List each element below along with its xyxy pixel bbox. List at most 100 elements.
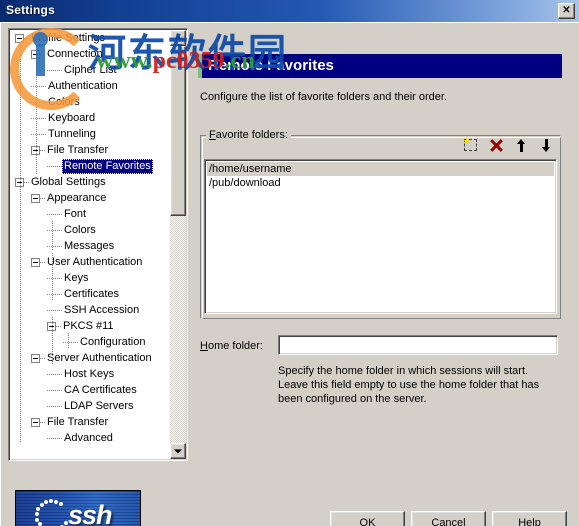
tree-collapse-icon[interactable] (31, 353, 40, 363)
logo-ring-icon (34, 498, 70, 526)
sidebar-item-messages[interactable]: Messages (11, 239, 171, 255)
tree-guide-line (52, 221, 53, 251)
sidebar-item-label: File Transfer (47, 416, 109, 428)
sidebar-item-label: Certificates (64, 288, 120, 300)
list-item[interactable]: /home/username (207, 162, 554, 176)
tree-guide-line (52, 317, 53, 365)
sidebar-item-font[interactable]: Font (11, 207, 171, 223)
tree-connector (47, 289, 62, 299)
sidebar-item-label: File Transfer (47, 144, 109, 156)
sidebar-item-authentication[interactable]: Authentication (11, 79, 171, 95)
sidebar-item-label: Server Authentication (47, 352, 152, 364)
sidebar-item-colors[interactable]: Colors (11, 223, 171, 239)
sidebar-item-tunneling[interactable]: Tunneling (11, 127, 171, 143)
delete-favorite-icon[interactable] (488, 137, 505, 153)
tree-connector (31, 129, 46, 139)
page-title: Remote Favorites (208, 57, 334, 74)
tree-guide-line (68, 333, 69, 349)
sidebar-item-appearance[interactable]: Appearance (11, 191, 171, 207)
window-title: Settings (6, 3, 55, 17)
favorite-folders-list[interactable]: /home/username/pub/download (204, 159, 557, 314)
sidebar-item-label: Configuration (80, 336, 146, 348)
home-folder-help-text: Specify the home folder in which session… (278, 365, 540, 405)
tree-collapse-icon[interactable] (31, 193, 40, 203)
sidebar-item-label: Profile Settings (31, 32, 105, 44)
sidebar-item-label: Connection (47, 48, 103, 60)
favorite-folders-label: Favorite folders: (206, 129, 291, 141)
sidebar-item-connection[interactable]: Connection (11, 47, 171, 63)
settings-tree-items: Profile Settings Connection Cipher List Aut… (11, 31, 171, 458)
close-icon[interactable]: ✕ (558, 3, 575, 19)
sidebar-item-ldap-servers[interactable]: LDAP Servers (11, 399, 171, 415)
sidebar-item-file-transfer[interactable]: File Transfer (11, 143, 171, 159)
sidebar-item-label: Font (64, 208, 87, 220)
sidebar-item-label: Keyboard (48, 112, 96, 124)
tree-collapse-icon[interactable] (15, 33, 24, 43)
tree-connector (47, 161, 62, 171)
tree-guide-line (52, 253, 53, 301)
tree-guide-line (20, 45, 21, 443)
tree-connector (47, 385, 62, 395)
sidebar-item-keyboard[interactable]: Keyboard (11, 111, 171, 127)
tree-connector (47, 241, 62, 251)
sidebar-item-label: Colors (48, 96, 80, 108)
tree-scrollbar[interactable] (170, 30, 186, 459)
tree-collapse-icon[interactable] (31, 257, 40, 267)
sidebar-item-certificates[interactable]: Certificates (11, 287, 171, 303)
tree-scroll-down-button[interactable] (170, 443, 186, 459)
settings-tree[interactable]: Profile Settings Connection Cipher List Aut… (8, 28, 188, 461)
sidebar-item-label: Global Settings (31, 176, 106, 188)
sidebar-item-host-keys[interactable]: Host Keys (11, 367, 171, 383)
title-bar: Settings ✕ (0, 0, 579, 22)
tree-connector (31, 81, 46, 91)
new-favorite-icon[interactable] (463, 137, 480, 153)
tree-connector (47, 225, 62, 235)
sidebar-item-pkcs-11[interactable]: PKCS #11 (11, 319, 171, 335)
sidebar-item-global-settings[interactable]: Global Settings (11, 175, 171, 191)
sidebar-item-file-transfer[interactable]: File Transfer (11, 415, 171, 431)
sidebar-item-advanced[interactable]: Advanced (11, 431, 171, 447)
settings-dialog: Settings ✕ Profile Settings Connection Cip… (0, 0, 579, 526)
sidebar-item-keys[interactable]: Keys (11, 271, 171, 287)
sidebar-item-label: Tunneling (48, 128, 96, 140)
sidebar-item-label: Authentication (48, 80, 118, 92)
sidebar-item-label: Remote Favorites (62, 159, 153, 174)
sidebar-item-label: Advanced (64, 432, 113, 444)
tree-connector (47, 433, 62, 443)
list-item[interactable]: /pub/download (207, 176, 554, 190)
dialog-client-area: Profile Settings Connection Cipher List Aut… (0, 22, 579, 526)
sidebar-item-label: PKCS #11 (63, 320, 114, 332)
tree-connector (63, 337, 78, 347)
move-down-icon[interactable] (538, 137, 555, 153)
tree-guide-line (36, 45, 37, 175)
ok-button[interactable]: OK (330, 511, 405, 526)
home-folder-input[interactable] (278, 335, 558, 355)
ssh-logo: ssh (15, 490, 141, 526)
tree-collapse-icon[interactable] (31, 417, 40, 427)
sidebar-item-label: Keys (64, 272, 89, 284)
sidebar-item-colors[interactable]: Colors (11, 95, 171, 111)
sidebar-item-profile-settings[interactable]: Profile Settings (11, 31, 171, 47)
sidebar-item-user-authentication[interactable]: User Authentication (11, 255, 171, 271)
sidebar-item-ssh-accession[interactable]: SSH Accession (11, 303, 171, 319)
cancel-button[interactable]: Cancel (411, 511, 486, 526)
tree-connector (47, 209, 62, 219)
tree-connector (31, 97, 46, 107)
sidebar-item-server-authentication[interactable]: Server Authentication (11, 351, 171, 367)
sidebar-item-cipher-list[interactable]: Cipher List (11, 63, 171, 79)
sidebar-item-label: Messages (64, 240, 115, 252)
tree-connector (31, 113, 46, 123)
sidebar-item-label: CA Certificates (64, 384, 137, 396)
tree-scroll-up-button[interactable] (170, 30, 186, 46)
tree-connector (47, 273, 62, 283)
sidebar-item-configuration[interactable]: Configuration (11, 335, 171, 351)
pane-header: Remote Favorites (198, 54, 562, 78)
tree-scroll-thumb[interactable] (170, 46, 186, 216)
sidebar-item-label: Colors (64, 224, 96, 236)
help-button[interactable]: Help (492, 511, 567, 526)
sidebar-item-label: LDAP Servers (64, 400, 134, 412)
sidebar-item-ca-certificates[interactable]: CA Certificates (11, 383, 171, 399)
sidebar-item-remote-favorites[interactable]: Remote Favorites (11, 159, 171, 175)
sidebar-item-label: SSH Accession (64, 304, 140, 316)
move-up-icon[interactable] (513, 137, 530, 153)
